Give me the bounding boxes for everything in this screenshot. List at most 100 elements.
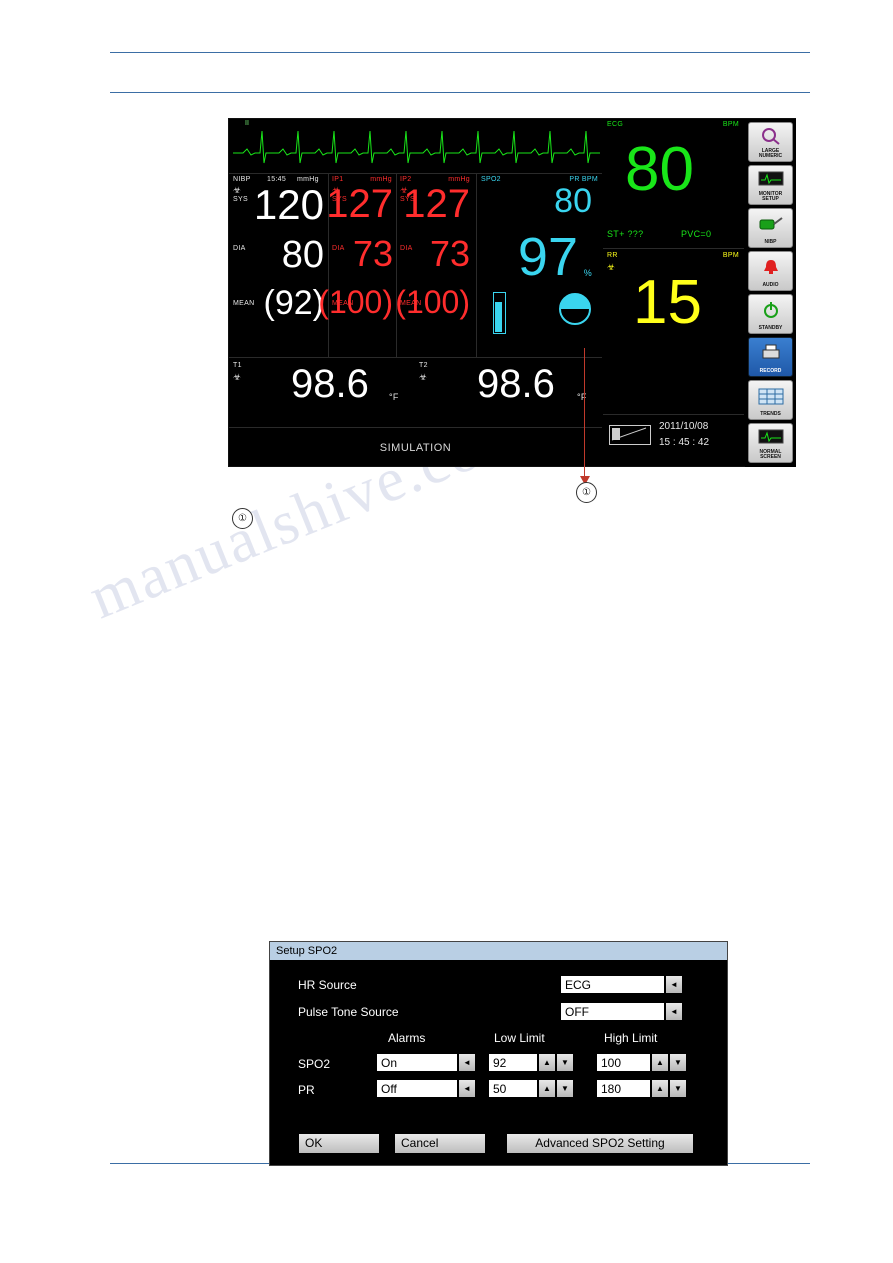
datetime-panel: 2011/10/08 15 : 45 : 42 xyxy=(603,414,744,467)
pulse-tone-dropdown-arrow[interactable]: ◄ xyxy=(665,1002,683,1021)
respiration-panel: RR BPM ☣ 15 xyxy=(603,250,744,363)
pr-high-limit-up[interactable]: ▲ xyxy=(651,1079,669,1098)
t2-value: 98.6 xyxy=(477,362,555,406)
rr-value: 15 xyxy=(633,268,702,337)
header-rule-bottom xyxy=(110,92,810,93)
t1-alarm-icon: ☣ xyxy=(233,372,242,382)
hr-source-dropdown-arrow[interactable]: ◄ xyxy=(665,975,683,994)
temperature-panel: T1 ☣ 98.6 °F T2 ☣ 98.6 °F xyxy=(229,357,602,427)
softkey-nibp[interactable]: NIBP xyxy=(748,208,793,248)
current-time: 15 : 45 : 42 xyxy=(659,437,710,448)
softkey-monitor-setup[interactable]: MONITOR SETUP xyxy=(748,165,793,205)
header-rule-top xyxy=(110,52,810,53)
softkey-normal-screen[interactable]: NORMAL SCREEN xyxy=(748,423,793,463)
nibp-systolic-value: 120 xyxy=(253,181,324,228)
softkey-record[interactable]: RECORD xyxy=(748,337,793,377)
spo2-alarm-value[interactable]: On xyxy=(376,1053,458,1072)
callout-legend-1: ① xyxy=(232,508,253,529)
ibp2-mean-value: (100) xyxy=(395,284,470,320)
softkey-normal-screen-label: NORMAL SCREEN xyxy=(759,448,782,460)
row-label-spo2: SPO2 xyxy=(298,1057,331,1071)
ibp2-panel: IP2 mmHg ☣ SYS DIA MEAN 127 73 (100) xyxy=(395,174,477,357)
t2-alarm-icon: ☣ xyxy=(419,372,428,382)
st-value: ST+ ??? xyxy=(607,229,644,239)
nibp-diastolic-value: 80 xyxy=(281,234,324,276)
rr-title: RR xyxy=(607,252,618,259)
softkey-monitor-setup-label: MONITOR SETUP xyxy=(758,190,783,202)
spo2-value: 97 xyxy=(517,227,578,287)
pvc-value: PVC=0 xyxy=(681,229,712,239)
spo2-high-limit-value[interactable]: 100 xyxy=(596,1053,651,1072)
advanced-spo2-setting-button[interactable]: Advanced SPO2 Setting xyxy=(506,1133,694,1154)
nibp-mean-label: MEAN xyxy=(233,300,255,307)
battery-icon xyxy=(609,425,651,445)
softkey-standby-label: STANDBY xyxy=(758,324,783,331)
ok-button[interactable]: OK xyxy=(298,1133,380,1154)
bell-icon xyxy=(749,252,792,283)
hr-source-label: HR Source xyxy=(298,978,357,992)
rr-alarm-icon: ☣ xyxy=(607,262,616,272)
pr-low-limit-down[interactable]: ▼ xyxy=(556,1079,574,1098)
spo2-high-limit-down[interactable]: ▼ xyxy=(669,1053,687,1072)
softkey-standby[interactable]: STANDBY xyxy=(748,294,793,334)
spo2-low-limit-value[interactable]: 92 xyxy=(488,1053,538,1072)
patient-monitor-screenshot: II NIBP 15:45 mmHg ☣ SYS DIA MEAN 120 80… xyxy=(228,118,796,467)
nibp-sys-icon: ☣ xyxy=(233,185,242,195)
dialog-body: HR Source ECG ◄ Pulse Tone Source OFF ◄ Al… xyxy=(284,968,715,1158)
table-icon xyxy=(749,381,792,412)
callout-leader-line xyxy=(584,348,585,482)
waveform-icon xyxy=(749,424,792,450)
hr-value: 80 xyxy=(625,135,694,204)
printer-icon xyxy=(749,338,792,369)
pulse-tone-source-value[interactable]: OFF xyxy=(560,1002,665,1021)
ibp2-dia-label: DIA xyxy=(400,245,413,252)
monitor-icon xyxy=(749,166,792,192)
spo2-pleth-bar xyxy=(493,292,506,334)
hr-source-value[interactable]: ECG xyxy=(560,975,665,994)
t1-unit: °F xyxy=(389,392,399,402)
numeric-zone: NIBP 15:45 mmHg ☣ SYS DIA MEAN 120 80 (9… xyxy=(229,174,602,357)
spo2-alarm-dropdown-arrow[interactable]: ◄ xyxy=(458,1053,476,1072)
current-date: 2011/10/08 xyxy=(659,421,709,432)
nibp-sys-label: SYS xyxy=(233,196,248,203)
ibp1-panel: IP1 mmHg ☣ SYS DIA MEAN 127 73 (100) xyxy=(318,174,397,357)
spo2-pr-value: 80 xyxy=(554,182,592,220)
nibp-panel: NIBP 15:45 mmHg ☣ SYS DIA MEAN 120 80 (9… xyxy=(229,174,329,357)
nibp-title: NIBP xyxy=(233,176,251,183)
ibp1-systolic-value: 127 xyxy=(326,182,393,226)
spo2-low-limit-down[interactable]: ▼ xyxy=(556,1053,574,1072)
nibp-dia-label: DIA xyxy=(233,245,246,252)
spo2-perfusion-pie-icon xyxy=(559,293,591,325)
power-icon xyxy=(749,295,792,326)
pr-low-limit-up[interactable]: ▲ xyxy=(538,1079,556,1098)
softkey-trends-label: TRENDS xyxy=(760,410,781,417)
softkey-nibp-label: NIBP xyxy=(764,238,777,245)
spo2-low-limit-up[interactable]: ▲ xyxy=(538,1053,556,1072)
row-label-pr: PR xyxy=(298,1083,315,1097)
t1-label: T1 xyxy=(233,362,242,369)
spo2-high-limit-up[interactable]: ▲ xyxy=(651,1053,669,1072)
softkey-large-numeric[interactable]: LARGE NUMERIC xyxy=(748,122,793,162)
column-header-alarms: Alarms xyxy=(388,1031,426,1045)
magnifier-icon xyxy=(749,123,792,149)
ecg-waveform-trace xyxy=(233,130,600,164)
pr-alarm-value[interactable]: Off xyxy=(376,1079,458,1098)
status-bar: SIMULATION xyxy=(229,427,602,467)
setup-spo2-dialog: Setup SPO2 HR Source ECG ◄ Pulse Tone Sou… xyxy=(269,941,728,1166)
softkey-audio[interactable]: AUDIO xyxy=(748,251,793,291)
nibp-mean-value: (92) xyxy=(263,284,324,322)
softkey-trends[interactable]: TRENDS xyxy=(748,380,793,420)
hr-unit: BPM xyxy=(722,121,739,128)
cancel-button[interactable]: Cancel xyxy=(394,1133,486,1154)
pr-high-limit-value[interactable]: 180 xyxy=(596,1079,651,1098)
ibp1-diastolic-value: 73 xyxy=(352,233,393,274)
column-header-high-limit: High Limit xyxy=(604,1031,658,1045)
pr-high-limit-down[interactable]: ▼ xyxy=(669,1079,687,1098)
pr-alarm-dropdown-arrow[interactable]: ◄ xyxy=(458,1079,476,1098)
spo2-panel: SPO2 PR BPM 80 97 % xyxy=(477,174,602,357)
t2-unit: °F xyxy=(577,392,587,402)
spo2-percent-label: % xyxy=(583,268,592,278)
pr-low-limit-value[interactable]: 50 xyxy=(488,1079,538,1098)
dialog-title: Setup SPO2 xyxy=(270,942,727,960)
cuff-icon xyxy=(749,209,792,240)
